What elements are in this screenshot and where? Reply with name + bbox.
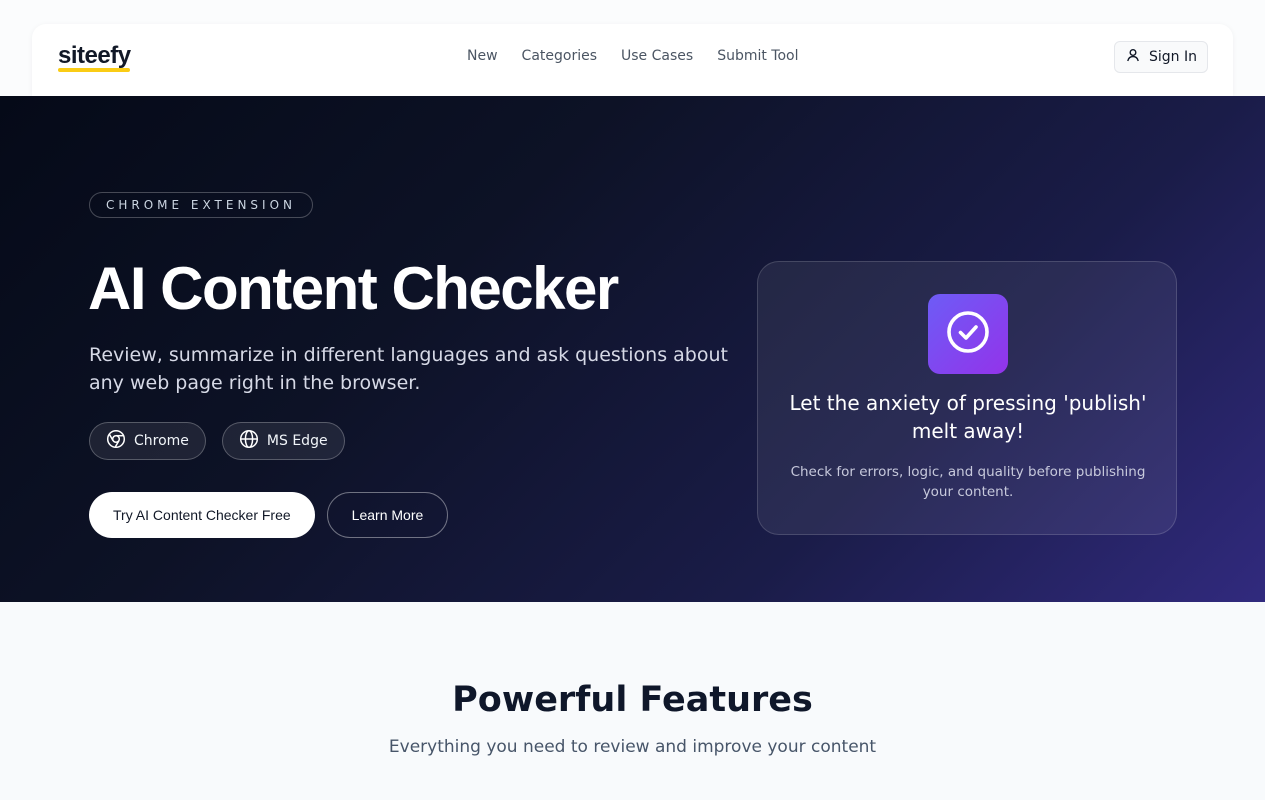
try-free-button[interactable]: Try AI Content Checker Free (89, 492, 315, 538)
page: siteefy New Categories Use Cases Submit … (0, 0, 1265, 800)
browser-pills: Chrome MS Edge (89, 422, 345, 460)
scrollbar-track[interactable] (1265, 0, 1280, 800)
nav-link-use-cases[interactable]: Use Cases (621, 48, 693, 64)
logo-underline (58, 68, 130, 72)
globe-icon (239, 429, 259, 453)
card-title: Let the anxiety of pressing 'publish' me… (789, 391, 1147, 443)
card-icon-tile (928, 294, 1008, 374)
nav-link-submit-tool[interactable]: Submit Tool (717, 48, 798, 64)
nav-link-new[interactable]: New (467, 48, 498, 64)
sign-in-label: Sign In (1149, 49, 1197, 65)
edge-label: MS Edge (266, 433, 328, 449)
chrome-pill[interactable]: Chrome (89, 422, 206, 460)
hero-title: AI Content Checker (88, 255, 619, 322)
hero-section: CHROME EXTENSION AI Content Checker Revi… (0, 96, 1265, 602)
sign-in-button[interactable]: Sign In (1114, 41, 1208, 73)
cta-row: Try AI Content Checker Free Learn More (89, 492, 449, 538)
check-circle-icon (945, 309, 991, 359)
chrome-icon (106, 429, 126, 453)
nav-link-categories[interactable]: Categories (522, 48, 597, 64)
features-subtitle: Everything you need to review and improv… (388, 737, 877, 757)
chrome-label: Chrome (134, 433, 189, 449)
learn-more-button[interactable]: Learn More (326, 492, 449, 538)
hero-description: Review, summarize in different languages… (89, 344, 728, 394)
promo-card: Let the anxiety of pressing 'publish' me… (757, 261, 1177, 535)
card-subtitle: Check for errors, logic, and quality bef… (790, 464, 1146, 500)
extension-badge: CHROME EXTENSION (89, 192, 313, 218)
features-title: Powerful Features (452, 680, 813, 720)
site-logo[interactable]: siteefy (58, 42, 131, 70)
nav-links: New Categories Use Cases Submit Tool (467, 48, 823, 64)
top-navbar: siteefy New Categories Use Cases Submit … (32, 24, 1233, 96)
edge-pill[interactable]: MS Edge (221, 422, 345, 460)
user-icon (1125, 47, 1141, 67)
